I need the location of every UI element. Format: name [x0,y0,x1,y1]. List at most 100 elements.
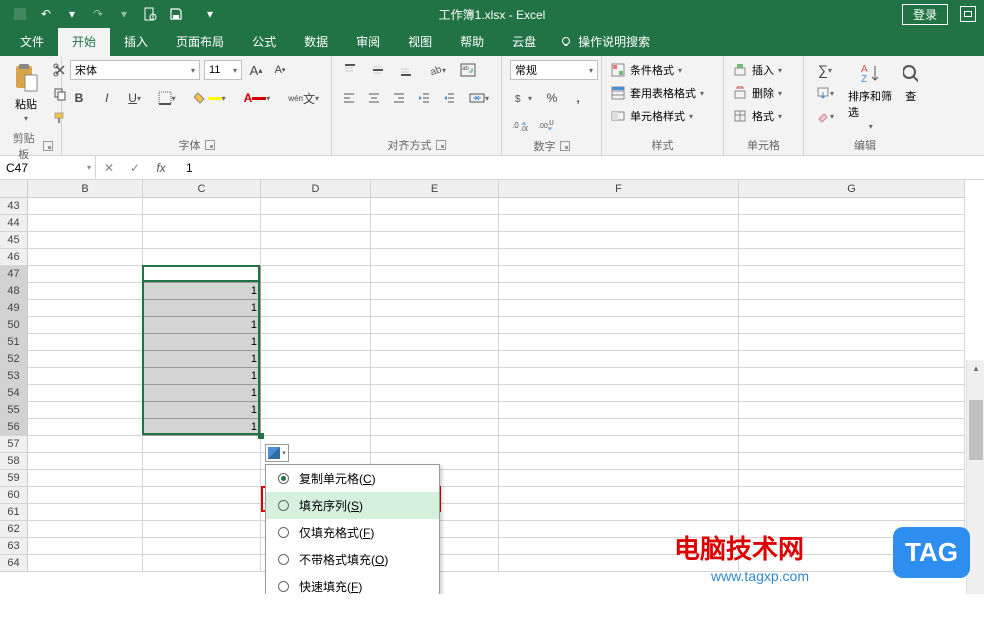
autosum-icon[interactable]: ∑▾ [812,60,838,80]
autofill-fill-without-format[interactable]: 不带格式填充(O) [266,546,439,573]
scroll-up-icon[interactable]: ▴ [968,360,984,376]
cell[interactable] [739,351,965,368]
cell-styles-button[interactable]: 单元格样式▾ [610,106,715,126]
column-header[interactable]: E [371,180,499,198]
clear-icon[interactable]: ▾ [812,106,838,126]
cell[interactable] [739,453,965,470]
cell[interactable] [143,198,261,215]
cell[interactable] [499,198,739,215]
cell[interactable] [371,215,499,232]
autofill-fill-series[interactable]: 填充序列(S) [266,492,439,519]
wrap-text-icon[interactable]: ab [458,60,478,80]
cell[interactable] [28,402,143,419]
row-header[interactable]: 61 [0,504,28,521]
cell[interactable] [261,402,371,419]
row-header[interactable]: 47 [0,266,28,283]
tab-review[interactable]: 审阅 [342,27,394,56]
column-header[interactable]: G [739,180,965,198]
format-cells-button[interactable]: 格式▾ [732,106,795,126]
cell[interactable] [371,317,499,334]
cell[interactable] [28,249,143,266]
cell[interactable] [143,487,261,504]
tell-me-search[interactable]: 操作说明搜索 [550,27,660,56]
cell[interactable] [143,555,261,572]
border-icon[interactable]: ▾ [154,88,180,108]
name-box[interactable]: C47▾ [0,156,96,179]
cell[interactable]: 1 [143,351,261,368]
cell[interactable] [261,317,371,334]
undo-dropdown-icon[interactable]: ▾ [64,6,80,22]
tab-cloud[interactable]: 云盘 [498,27,550,56]
tab-page-layout[interactable]: 页面布局 [162,27,238,56]
font-size-select[interactable]: 11▾ [204,60,242,80]
insert-cells-button[interactable]: 插入▾ [732,60,795,80]
cancel-formula-icon[interactable]: ✕ [96,156,122,179]
increase-indent-icon[interactable] [440,88,457,108]
autofill-copy-cells[interactable]: 复制单元格(C) [266,465,439,492]
bold-icon[interactable]: B [70,88,88,108]
cell[interactable]: 1 [143,334,261,351]
cell[interactable] [499,402,739,419]
cell[interactable] [261,351,371,368]
autofill-options-button[interactable]: ▾ [265,444,289,462]
select-all-corner[interactable] [0,180,28,198]
cell[interactable] [499,453,739,470]
autofill-fill-format-only[interactable]: 仅填充格式(F) [266,519,439,546]
align-bottom-icon[interactable] [396,60,416,80]
cell[interactable] [261,198,371,215]
merge-center-icon[interactable]: ▾ [465,88,493,108]
cell[interactable] [739,385,965,402]
cell[interactable] [143,232,261,249]
cell[interactable] [739,436,965,453]
cell[interactable] [739,504,965,521]
phonetic-icon[interactable]: wén文▾ [284,88,323,108]
cell[interactable] [261,232,371,249]
cell[interactable] [499,283,739,300]
cell[interactable] [28,300,143,317]
row-header[interactable]: 63 [0,538,28,555]
qat-customize-icon[interactable]: ▾ [202,6,218,22]
cell[interactable]: 1 [143,300,261,317]
cell[interactable] [499,232,739,249]
cell[interactable] [261,300,371,317]
row-header[interactable]: 50 [0,317,28,334]
align-right-icon[interactable] [390,88,407,108]
cell[interactable] [739,283,965,300]
cell[interactable]: 1 [143,419,261,436]
column-header[interactable]: B [28,180,143,198]
cell[interactable] [739,215,965,232]
cell[interactable] [143,215,261,232]
tab-formulas[interactable]: 公式 [238,27,290,56]
font-color-icon[interactable]: A▾ [240,88,275,108]
cell[interactable] [28,266,143,283]
cell[interactable] [143,436,261,453]
cell[interactable] [371,402,499,419]
cell[interactable] [261,266,371,283]
fill-handle[interactable] [258,433,264,439]
row-header[interactable]: 56 [0,419,28,436]
cell[interactable] [499,385,739,402]
ribbon-display-icon[interactable] [960,6,976,22]
row-header[interactable]: 57 [0,436,28,453]
cell[interactable] [499,470,739,487]
cell[interactable] [739,232,965,249]
cell[interactable] [143,249,261,266]
redo-icon[interactable]: ↷ [90,6,106,22]
cell[interactable] [499,317,739,334]
align-middle-icon[interactable] [368,60,388,80]
save-icon[interactable] [168,6,184,22]
decrease-font-icon[interactable]: A▾ [270,60,290,80]
accounting-format-icon[interactable]: $▾ [510,88,536,108]
row-header[interactable]: 44 [0,215,28,232]
cell[interactable] [28,351,143,368]
fill-color-icon[interactable]: ▾ [190,88,230,108]
cell[interactable] [371,419,499,436]
cell[interactable] [28,317,143,334]
cell[interactable] [28,555,143,572]
row-header[interactable]: 55 [0,402,28,419]
increase-decimal-icon[interactable]: .0.00 [510,116,530,136]
cell[interactable] [28,521,143,538]
row-header[interactable]: 54 [0,385,28,402]
cell[interactable] [371,283,499,300]
cell[interactable] [499,487,739,504]
